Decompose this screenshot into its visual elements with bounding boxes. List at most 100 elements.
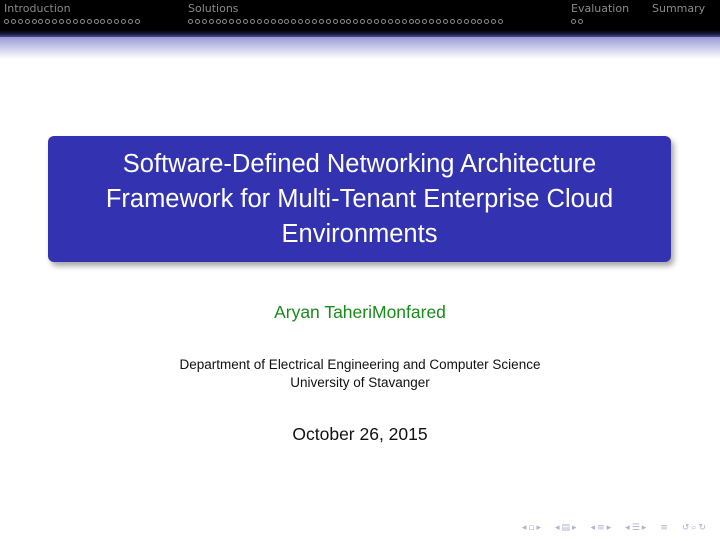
nav-frame-dot[interactable] (429, 19, 435, 24)
nav-back-icon[interactable]: ↺ (682, 523, 690, 533)
nav-frame-dot[interactable] (360, 19, 366, 24)
nav-section-title[interactable]: Evaluation (571, 2, 629, 16)
nav-frame-dot[interactable] (229, 19, 235, 24)
nav-frame-dot[interactable] (194, 19, 200, 24)
nav-frame-dot[interactable] (256, 19, 262, 24)
nav-section-introduction[interactable]: Introduction (4, 2, 140, 24)
beamer-navigation-symbols: ◂ ▫ ▸ ◂ ▤ ▸ ◂ ≡ ▸ ◂ ☰ ▸ ≡ ↺ ⌕ ↻ (522, 523, 706, 533)
nav-frame-dot[interactable] (380, 19, 386, 24)
nav-frame-dot[interactable] (498, 19, 504, 24)
nav-frame-dot[interactable] (484, 19, 490, 24)
nav-section-summary[interactable]: Summary (652, 2, 705, 19)
nav-frame-dot[interactable] (10, 19, 16, 24)
doc-nav: ◂ ☰ ▸ (625, 523, 646, 533)
section-nav: ◂ ≡ ▸ (591, 523, 612, 533)
nav-frame-dot[interactable] (201, 19, 207, 24)
nav-frame-dot[interactable] (312, 19, 318, 24)
nav-frame-dot[interactable] (456, 19, 462, 24)
nav-section-title[interactable]: Solutions (188, 2, 503, 16)
nav-prev-subsection-icon[interactable]: ◂ (555, 523, 560, 533)
nav-section-title[interactable]: Summary (652, 2, 705, 16)
nav-frame-dot[interactable] (17, 19, 23, 24)
nav-frame-dot[interactable] (38, 19, 44, 24)
nav-prev-frame-icon[interactable]: ◂ (522, 523, 527, 533)
nav-frame-dot[interactable] (107, 19, 113, 24)
nav-frame-dot[interactable] (263, 19, 269, 24)
nav-next-frame-icon[interactable]: ▸ (536, 523, 541, 533)
nav-frame-dot[interactable] (86, 19, 92, 24)
nav-frame-dot[interactable] (236, 19, 242, 24)
nav-frame-dot[interactable] (243, 19, 249, 24)
nav-frame-icon: ▫ (528, 523, 535, 533)
nav-frame-dot[interactable] (188, 19, 193, 24)
nav-section-title[interactable]: Introduction (4, 2, 140, 16)
nav-frame-dot[interactable] (250, 19, 256, 24)
nav-frame-dot[interactable] (318, 19, 324, 24)
nav-frame-dot[interactable] (291, 19, 297, 24)
nav-next-section-icon[interactable]: ▸ (607, 523, 612, 533)
nav-frame-dot[interactable] (24, 19, 30, 24)
nav-frame-dot[interactable] (4, 19, 9, 24)
nav-frame-dot[interactable] (401, 19, 407, 24)
author-name: Aryan TaheriMonfared (274, 302, 446, 322)
nav-frame-dot[interactable] (436, 19, 442, 24)
nav-frame-dot[interactable] (298, 19, 304, 24)
nav-frame-dot[interactable] (346, 19, 352, 24)
nav-frame-dot[interactable] (463, 19, 469, 24)
nav-frame-dot[interactable] (442, 19, 448, 24)
nav-section-icon: ≡ (597, 523, 605, 533)
nav-frame-dot[interactable] (66, 19, 72, 24)
title-box: Software-Defined Networking Architecture… (48, 136, 671, 262)
nav-frame-dot[interactable] (387, 19, 393, 24)
nav-frame-dot[interactable] (470, 19, 476, 24)
nav-prev-doc-icon[interactable]: ◂ (625, 523, 630, 533)
nav-section-evaluation[interactable]: Evaluation (571, 2, 629, 24)
nav-frame-dot[interactable] (72, 19, 78, 24)
nav-frame-dot[interactable] (121, 19, 127, 24)
nav-next-doc-icon[interactable]: ▸ (642, 523, 647, 533)
nav-frame-dot[interactable] (215, 19, 221, 24)
nav-frame-dot[interactable] (208, 19, 214, 24)
nav-frame-dot[interactable] (577, 19, 583, 24)
nav-frame-dot[interactable] (128, 19, 134, 24)
nav-frame-dot[interactable] (270, 19, 276, 24)
nav-align-icon[interactable]: ≡ (660, 523, 668, 533)
nav-frame-dot[interactable] (134, 19, 140, 24)
nav-frame-dot[interactable] (59, 19, 65, 24)
nav-frame-dot[interactable] (31, 19, 37, 24)
institute-department: Department of Electrical Engineering and… (179, 357, 541, 372)
nav-frame-dot[interactable] (408, 19, 414, 24)
nav-prev-section-icon[interactable]: ◂ (591, 523, 596, 533)
nav-frame-dot[interactable] (491, 19, 497, 24)
nav-frame-dot[interactable] (79, 19, 85, 24)
nav-doc-icon: ☰ (631, 523, 640, 533)
nav-frame-dot[interactable] (222, 19, 228, 24)
nav-frame-dot[interactable] (477, 19, 483, 24)
nav-dots (4, 19, 140, 24)
nav-frame-dot[interactable] (93, 19, 99, 24)
nav-section-solutions[interactable]: Solutions (188, 2, 504, 24)
nav-frame-dot[interactable] (325, 19, 331, 24)
nav-frame-dot[interactable] (415, 19, 421, 24)
search-nav: ↺ ⌕ ↻ (682, 523, 706, 533)
nav-frame-dot[interactable] (100, 19, 106, 24)
nav-frame-dot[interactable] (305, 19, 311, 24)
nav-frame-dot[interactable] (52, 19, 58, 24)
nav-search-icon[interactable]: ⌕ (691, 523, 696, 533)
nav-dots (188, 19, 504, 24)
nav-frame-dot[interactable] (449, 19, 455, 24)
nav-frame-dot[interactable] (571, 19, 576, 24)
nav-next-subsection-icon[interactable]: ▸ (572, 523, 577, 533)
nav-frame-dot[interactable] (45, 19, 51, 24)
nav-forward-icon[interactable]: ↻ (698, 523, 706, 533)
nav-frame-dot[interactable] (277, 19, 283, 24)
nav-frame-dot[interactable] (422, 19, 428, 24)
nav-frame-dot[interactable] (284, 19, 290, 24)
nav-frame-dot[interactable] (332, 19, 338, 24)
nav-frame-dot[interactable] (374, 19, 380, 24)
nav-frame-dot[interactable] (114, 19, 120, 24)
nav-frame-dot[interactable] (367, 19, 373, 24)
nav-frame-dot[interactable] (353, 19, 359, 24)
nav-frame-dot[interactable] (394, 19, 400, 24)
nav-frame-dot[interactable] (339, 19, 345, 24)
